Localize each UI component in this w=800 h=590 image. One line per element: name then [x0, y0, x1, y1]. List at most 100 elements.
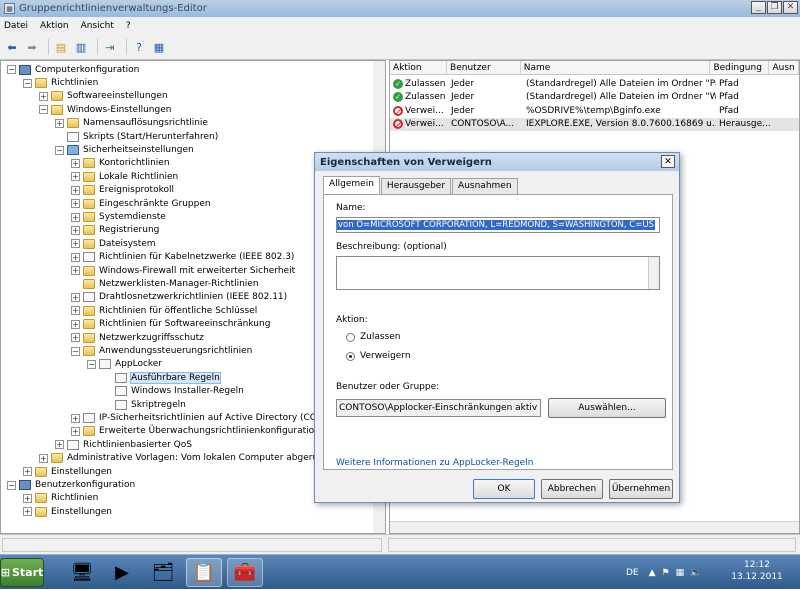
expand-icon[interactable]: + — [71, 158, 80, 168]
back-arrow-icon[interactable]: ⬅ — [4, 39, 20, 55]
forward-arrow-icon[interactable]: ➡ — [24, 39, 40, 55]
radio-allow-dot[interactable] — [346, 332, 355, 342]
table-row[interactable]: Verwei... Jeder %OSDRIVE%\temp\Bginfo.exe P… — [390, 104, 799, 118]
collapse-icon[interactable]: − — [55, 145, 64, 155]
expand-icon[interactable]: + — [71, 199, 80, 209]
expand-icon[interactable]: + — [23, 493, 32, 503]
expand-icon[interactable]: + — [71, 426, 80, 436]
help-icon[interactable]: ? — [131, 39, 147, 55]
tab-allgemein[interactable]: Allgemein — [323, 176, 380, 194]
tree-item[interactable]: − Sicherheitseinstellungen — [55, 143, 194, 156]
tree-item[interactable]: Skripts (Start/Herunterfahren) — [55, 130, 218, 143]
collapse-icon[interactable]: − — [71, 346, 80, 356]
tree-item[interactable]: − Benutzerkonfiguration — [7, 478, 135, 491]
up-folder-icon[interactable]: ▤ — [53, 39, 69, 55]
tree-item[interactable]: + Richtlinien für Softwareeinschränkung — [71, 318, 270, 331]
expand-icon[interactable]: + — [71, 319, 80, 329]
radio-allow[interactable]: Zulassen — [346, 332, 401, 342]
expand-icon[interactable]: + — [39, 453, 48, 463]
tree-item[interactable]: + Richtlinien für öffentliche Schlüssel — [71, 304, 257, 317]
collapse-icon[interactable]: − — [7, 480, 16, 490]
tree-item[interactable]: + Dateisystem — [71, 237, 156, 250]
column-header-exceptions[interactable]: Ausn — [769, 61, 799, 74]
name-input[interactable]: von O=MICROSOFT CORPORATION, L=REDMOND, … — [336, 217, 660, 233]
description-scrollbar[interactable] — [648, 257, 659, 289]
cancel-button[interactable]: Abbrechen — [541, 479, 603, 499]
menu-datei[interactable]: Datei — [4, 21, 28, 31]
tab-herausgeber[interactable]: Herausgeber — [380, 178, 452, 194]
tree-item[interactable]: + Richtlinienbasierter QoS — [55, 438, 192, 451]
tree-item[interactable]: Netzwerklisten-Manager-Richtlinien — [71, 277, 259, 290]
menu-aktion[interactable]: Aktion — [40, 21, 69, 31]
expand-icon[interactable]: + — [71, 185, 80, 195]
export-icon[interactable]: ⇥ — [102, 39, 118, 55]
tree-item[interactable]: + Namensauflösungsrichtlinie — [55, 117, 208, 130]
expand-icon[interactable]: + — [55, 118, 64, 128]
column-header-user[interactable]: Benutzer — [447, 61, 521, 74]
applocker-help-link[interactable]: Weitere Informationen zu AppLocker-Regel… — [336, 458, 533, 468]
tray-expand-icon[interactable]: ▲ — [649, 568, 656, 578]
tree-item[interactable]: + Drahtlosnetzwerkrichtlinien (IEEE 802.1… — [71, 291, 287, 304]
maximize-button[interactable]: ❐ — [767, 1, 782, 14]
tree-item[interactable]: − AppLocker — [87, 358, 162, 371]
tree-item[interactable]: Skriptregeln — [103, 398, 186, 411]
expand-icon[interactable]: + — [23, 467, 32, 477]
tree-item[interactable]: + Softwareeinstellungen — [39, 90, 168, 103]
expand-icon[interactable]: + — [71, 413, 80, 423]
show-hide-tree-icon[interactable]: ▥ — [73, 39, 89, 55]
table-row[interactable]: ✓ Zulassen Jeder (Standardregel) Alle Datei… — [390, 91, 799, 105]
select-user-button[interactable]: Auswählen... — [548, 398, 666, 418]
expand-icon[interactable]: + — [71, 172, 80, 182]
tree-item[interactable]: − Windows-Einstellungen — [39, 103, 171, 116]
clock[interactable]: 12:12 13.12.2011 — [727, 559, 787, 583]
radio-deny[interactable]: Verweigern — [346, 351, 411, 361]
expand-icon[interactable]: + — [23, 507, 32, 517]
toolbox-icon[interactable]: 🧰 — [227, 558, 263, 587]
tree-item[interactable]: + Richtlinien — [23, 492, 98, 505]
menu-help[interactable]: ? — [126, 21, 131, 31]
tree-item[interactable]: + Windows-Firewall mit erweiterter Sicher… — [71, 264, 295, 277]
collapse-icon[interactable]: − — [23, 78, 32, 88]
expand-icon[interactable]: + — [71, 266, 80, 276]
tab-ausnahmen[interactable]: Ausnahmen — [452, 178, 518, 194]
collapse-icon[interactable]: − — [7, 65, 16, 75]
tree-item[interactable]: + Erweiterte Überwachungsrichtlinienkonfi… — [71, 425, 320, 438]
apply-button[interactable]: Übernehmen — [609, 479, 673, 499]
expand-icon[interactable]: + — [71, 225, 80, 235]
tree-item[interactable]: Ausführbare Regeln — [103, 371, 221, 384]
column-header-condition[interactable]: Bedingung — [710, 61, 770, 74]
expand-icon[interactable]: + — [39, 91, 48, 101]
table-row[interactable]: ✓ Zulassen Jeder (Standardregel) Alle Datei… — [390, 77, 799, 91]
minimize-button[interactable]: _ — [751, 1, 766, 14]
volume-icon[interactable]: 🔈 — [690, 568, 701, 578]
tree-item[interactable]: − Computerkonfiguration — [7, 63, 139, 76]
tree-item[interactable]: + Registrierung — [71, 224, 159, 237]
tree-item[interactable]: + Einstellungen — [23, 505, 112, 518]
tree-item[interactable]: + Lokale Richtlinien — [71, 170, 178, 183]
start-button[interactable]: ⊞ Start — [0, 558, 44, 587]
close-button[interactable]: ✕ — [783, 1, 798, 14]
column-header-name[interactable]: Name — [521, 61, 711, 74]
menu-ansicht[interactable]: Ansicht — [81, 21, 114, 31]
description-textarea[interactable] — [336, 256, 660, 290]
tree-item[interactable]: + Richtlinien für Kabelnetzwerke (IEEE 80… — [71, 251, 294, 264]
properties-icon[interactable]: ▦ — [151, 39, 167, 55]
expand-icon[interactable]: + — [71, 333, 80, 343]
flag-icon[interactable]: ⚑ — [662, 568, 670, 578]
expand-icon[interactable]: + — [71, 239, 80, 249]
expand-icon[interactable]: + — [71, 306, 80, 316]
tree-item[interactable]: + Netzwerkzugriffsschutz — [71, 331, 204, 344]
collapse-icon[interactable]: − — [39, 105, 48, 115]
tree-item[interactable]: + Einstellungen — [23, 465, 112, 478]
tree-item[interactable]: + Ereignisprotokoll — [71, 184, 174, 197]
column-header-action[interactable]: Aktion — [390, 61, 448, 74]
explorer-icon[interactable]: 🗂 — [145, 558, 181, 587]
tree-item[interactable]: + Kontorichtlinien — [71, 157, 170, 170]
tree-item[interactable]: Windows Installer-Regeln — [103, 385, 244, 398]
expand-icon[interactable]: + — [55, 440, 64, 450]
network-icon[interactable]: ▦ — [676, 568, 685, 578]
rules-hscrollbar[interactable] — [390, 521, 799, 533]
tree-item[interactable]: + Eingeschränkte Gruppen — [71, 197, 211, 210]
ok-button[interactable]: OK — [473, 479, 535, 499]
server-manager-icon[interactable]: 🖥 — [64, 558, 100, 587]
